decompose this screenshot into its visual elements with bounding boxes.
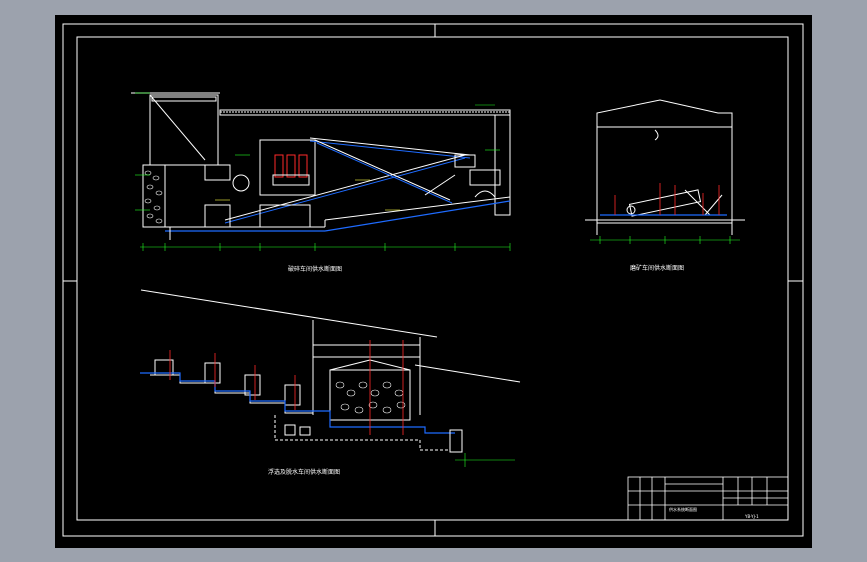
cad-drawing-canvas [62, 23, 804, 537]
drawing-sheet: 破碎车间供水断面图 磨矿车间供水断面图 浮选及脱水车间供水断面图 供水系统断面图… [55, 15, 812, 548]
view-title-crushing: 破碎车间供水断面图 [288, 266, 343, 273]
title-block [627, 476, 789, 521]
view-crushing-section [131, 92, 511, 251]
view-title-flotation: 浮选及脱水车间供水断面图 [268, 469, 341, 476]
inner-frame [76, 36, 789, 521]
view-title-grinding: 磨矿车间供水断面图 [630, 265, 685, 272]
view-flotation-section [140, 289, 521, 467]
title-block-drawing-number: YB-YJ-1 [745, 514, 759, 519]
title-block-drawing-name: 供水系统断面图 [669, 507, 697, 512]
view-grinding-section [585, 99, 745, 244]
